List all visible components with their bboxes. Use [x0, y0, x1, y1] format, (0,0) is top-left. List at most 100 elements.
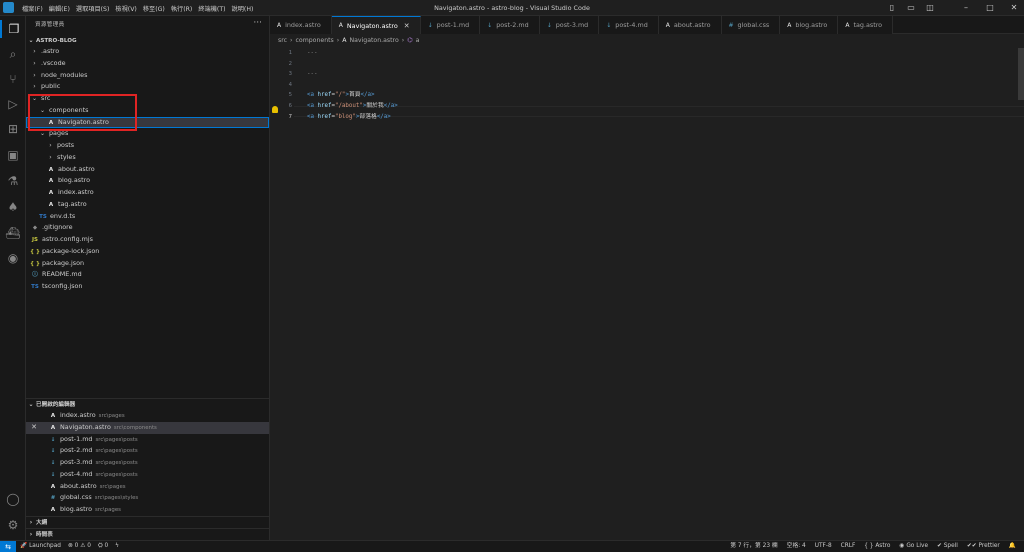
open-editor-item[interactable]: ↓ post-2.md src\pages\posts [26, 445, 269, 457]
language-mode[interactable]: { } Astro [864, 541, 890, 552]
code-line[interactable]: --- [307, 48, 317, 59]
open-editor-item[interactable]: Ablog.astro src\pages [26, 504, 269, 516]
scrollbar-thumb[interactable] [1018, 48, 1024, 100]
run-debug-icon[interactable]: ▷ [4, 95, 22, 113]
tab-global-css[interactable]: # global.css [721, 16, 781, 34]
tab-post-3-md[interactable]: ↓ post-3.md [539, 16, 600, 34]
outline-header[interactable]: › 大綱 [26, 516, 270, 527]
gitlens-icon[interactable]: ◉ [4, 249, 22, 267]
cursor-position[interactable]: 第 7 行，第 23 欄 [730, 541, 777, 552]
remote-indicator-icon[interactable]: ⇆ [0, 541, 16, 552]
open-editor-item[interactable]: Aindex.astro src\pages [26, 410, 269, 422]
tree-item-vscode[interactable]: › .vscode [26, 58, 269, 70]
code-line[interactable]: <a href="blog">部落格</a> [307, 112, 391, 123]
tab-post-2-md[interactable]: ↓ post-2.md [480, 16, 540, 34]
open-editor-item[interactable]: # global.css src\pages\styles [26, 492, 269, 504]
tab-post-1-md[interactable]: ↓ post-1.md [420, 16, 481, 34]
encoding[interactable]: UTF-8 [815, 541, 832, 552]
ports-item[interactable]: ⛭ 0 [98, 541, 108, 552]
tree-item-tag-astro[interactable]: Atag.astro [26, 199, 269, 211]
close-window-button[interactable]: ✕ [1008, 2, 1020, 14]
project-section-header[interactable]: ⌄ ASTRO-BLOG [26, 35, 270, 46]
open-editor-item[interactable]: ↓ post-4.md src\pages\posts [26, 469, 269, 481]
code-editor[interactable]: 1 --- 2 3 --- 4 5 <a href="/">首頁</a> 6 <a href="/… [270, 48, 1024, 540]
open-editor-item[interactable]: ↓ post-3.md src\pages\posts [26, 457, 269, 469]
tree-item-readme-md[interactable]: ⓘ README.md [26, 269, 269, 281]
account-icon[interactable]: ◯ [4, 490, 22, 508]
breadcrumb-item[interactable]: a [416, 37, 420, 44]
code-token: href [317, 103, 332, 109]
testing-icon[interactable]: ⚗ [4, 172, 22, 190]
spell-button[interactable]: ✔ Spell [937, 541, 958, 552]
tab-blog-astro[interactable]: Ablog.astro [780, 16, 839, 34]
open-editor-item[interactable]: Aabout.astro src\pages [26, 481, 269, 493]
sidebar-toggle-icon[interactable]: ◫ [924, 2, 936, 14]
lightning-icon[interactable]: ϟ [115, 541, 119, 552]
open-editors-header[interactable]: ⌄ 已開啟的編輯器 [26, 398, 270, 409]
open-editor-item[interactable]: ✕ A Navigaton.astro src\components [26, 421, 269, 434]
tree-item-index-astro[interactable]: Aindex.astro [26, 187, 269, 199]
tree-item-blog-astro[interactable]: Ablog.astro [26, 175, 269, 187]
tab-index-astro[interactable]: Aindex.astro [270, 16, 332, 34]
prettier-button[interactable]: ✔✔ Prettier [967, 541, 1000, 552]
source-control-icon[interactable]: ⑂ [4, 70, 22, 88]
close-icon[interactable]: ✕ [26, 422, 42, 434]
tree-item-styles[interactable]: › styles [26, 152, 269, 164]
launchpad-item[interactable]: 🚀 Launchpad [20, 541, 61, 552]
chevron-right-icon: › [49, 153, 52, 161]
search-icon[interactable]: ⌕ [4, 45, 22, 63]
tree-item-pages[interactable]: ⌄ pages [26, 128, 269, 140]
tree-item-navigaton-astro[interactable]: A Navigaton.astro [26, 116, 269, 129]
explorer-icon[interactable]: ❐ [0, 20, 26, 38]
go-live-button[interactable]: ◉ Go Live [899, 541, 928, 552]
tree-item-node-modules[interactable]: › node_modules [26, 70, 269, 82]
tree-item-public[interactable]: › public [26, 81, 269, 93]
tree-item-about-astro[interactable]: Aabout.astro [26, 164, 269, 176]
docker-icon[interactable]: ⛴ [4, 224, 22, 242]
tree-item-label: Navigaton.astro [58, 117, 109, 126]
open-editor-item[interactable]: ↓ post-1.md src\pages\posts [26, 434, 269, 446]
tree-item-env-d-ts[interactable]: TS env.d.ts [26, 211, 269, 223]
layout-toggle-icon[interactable]: ▯ [886, 2, 898, 14]
open-editor-name: Navigaton.astro [60, 422, 111, 431]
breadcrumb-item[interactable]: components [296, 37, 334, 44]
code-line[interactable]: <a href="/">首頁</a> [307, 90, 375, 101]
tab-navigaton-astro[interactable]: A Navigaton.astro ✕ [331, 16, 421, 34]
tree-item-components[interactable]: ⌄ components [26, 105, 269, 117]
code-line[interactable]: <a href="/about">關於我</a> [307, 101, 398, 112]
panel-toggle-icon[interactable]: ▭ [905, 2, 917, 14]
remote-explorer-icon[interactable]: ▣ [4, 146, 22, 164]
chevron-right-icon: › [49, 142, 52, 149]
open-editor-path: src\pages\posts [95, 460, 138, 466]
tree-item-tsconfig-json[interactable]: TS tsconfig.json [26, 281, 269, 293]
code-line[interactable]: --- [307, 69, 317, 80]
tree-item-astro[interactable]: › .astro [26, 46, 269, 58]
tree-item-package-json[interactable]: { } package.json [26, 258, 269, 270]
open-editors-title: 已開啟的編輯器 [36, 402, 76, 408]
line-ending[interactable]: CRLF [841, 541, 856, 552]
breadcrumb-item[interactable]: Navigaton.astro [349, 37, 398, 44]
tab-post-4-md[interactable]: ↓ post-4.md [599, 16, 659, 34]
tree-item-src[interactable]: ⌄ src [26, 93, 269, 105]
tab-about-astro[interactable]: Aabout.astro [658, 16, 722, 34]
maximize-button[interactable]: □ [984, 2, 996, 14]
ellipsis-icon[interactable]: ··· [253, 18, 262, 28]
notifications-bell-icon[interactable]: 🔔 [1009, 541, 1016, 552]
symbol-icon: ⌬ [407, 37, 413, 44]
line-number: 5 [288, 92, 292, 99]
astro-file-icon: A [787, 21, 792, 29]
extensions-icon[interactable]: ⊞ [4, 120, 22, 138]
tree-item-package-lock-json[interactable]: { } package-lock.json [26, 246, 269, 258]
problems-item[interactable]: ⊗ 0 ⚠ 0 [68, 541, 91, 552]
timeline-header[interactable]: › 時間表 [26, 528, 270, 539]
settings-gear-icon[interactable]: ⚙ [4, 516, 22, 534]
breadcrumb-item[interactable]: src [278, 37, 287, 44]
close-icon[interactable]: ✕ [404, 22, 410, 30]
tree-item-posts[interactable]: › posts [26, 140, 269, 152]
tab-tag-astro[interactable]: Atag.astro [838, 16, 894, 34]
minimize-button[interactable]: – [960, 2, 972, 14]
tree-item-astro-config-mjs[interactable]: JS astro.config.mjs [26, 234, 269, 246]
indentation[interactable]: 空格: 4 [787, 541, 806, 552]
mongodb-icon[interactable]: ♠ [4, 198, 22, 216]
tree-item-gitignore[interactable]: ◆ .gitignore [26, 222, 269, 234]
